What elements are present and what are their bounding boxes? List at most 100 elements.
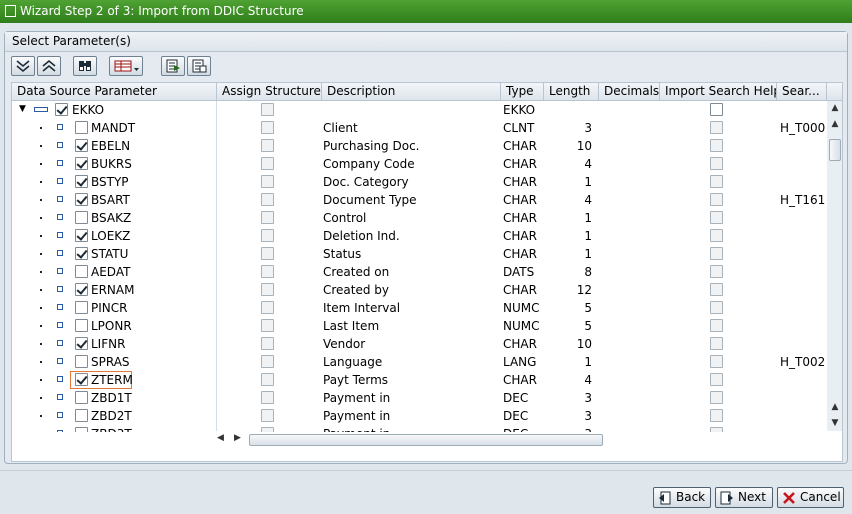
tree-row-root[interactable]: ▼ EKKO EKKO [12, 101, 826, 119]
tree-row[interactable]: ZTERM Payt Terms CHAR 4 [12, 371, 826, 389]
column-header-assign[interactable]: Assign Structure [217, 83, 322, 101]
scroll-bottom-icon[interactable]: ▼ [829, 417, 841, 429]
scroll-left-icon[interactable]: ◀ [217, 433, 224, 443]
assign-structure-checkbox[interactable] [261, 229, 274, 242]
deselect-all-button[interactable] [187, 56, 211, 76]
column-header-length[interactable]: Length [544, 83, 599, 101]
import-search-help-checkbox[interactable] [710, 355, 723, 368]
scroll-top-icon[interactable]: ▲ [829, 102, 841, 114]
root-import-checkbox[interactable] [710, 103, 723, 116]
tree-row[interactable]: BSART Document Type CHAR 4 H_T161 [12, 191, 826, 209]
field-checkbox[interactable] [75, 319, 88, 332]
collapse-node-icon[interactable]: ▼ [19, 104, 26, 114]
back-button[interactable]: Back [653, 487, 711, 508]
field-checkbox[interactable] [75, 193, 88, 206]
field-checkbox[interactable] [75, 157, 88, 170]
tree-row[interactable]: MANDT Client CLNT 3 H_T000 [12, 119, 826, 137]
field-checkbox[interactable] [75, 265, 88, 278]
assign-structure-checkbox[interactable] [261, 319, 274, 332]
import-search-help-checkbox[interactable] [710, 121, 723, 134]
assign-structure-checkbox[interactable] [261, 391, 274, 404]
scroll-up-icon[interactable]: ▲ [829, 118, 841, 130]
import-search-help-checkbox[interactable] [710, 193, 723, 206]
assign-structure-checkbox[interactable] [261, 193, 274, 206]
next-button[interactable]: Next [715, 487, 773, 508]
field-checkbox[interactable] [75, 337, 88, 350]
import-search-help-checkbox[interactable] [710, 373, 723, 386]
assign-structure-checkbox[interactable] [261, 157, 274, 170]
assign-structure-checkbox[interactable] [261, 283, 274, 296]
root-checkbox[interactable] [55, 103, 68, 116]
import-search-help-checkbox[interactable] [710, 265, 723, 278]
assign-structure-checkbox[interactable] [261, 265, 274, 278]
column-header-param[interactable]: Data Source Parameter [12, 83, 217, 101]
root-assign-checkbox[interactable] [261, 103, 274, 116]
tree-row[interactable]: LOEKZ Deletion Ind. CHAR 1 [12, 227, 826, 245]
column-header-type[interactable]: Type [501, 83, 544, 101]
column-header-import[interactable]: Import Search Help [660, 83, 777, 101]
tree-row[interactable]: SPRAS Language LANG 1 H_T002 [12, 353, 826, 371]
field-checkbox[interactable] [75, 175, 88, 188]
import-search-help-checkbox[interactable] [710, 409, 723, 422]
import-search-help-checkbox[interactable] [710, 391, 723, 404]
tree-row[interactable]: STATU Status CHAR 1 [12, 245, 826, 263]
import-search-help-checkbox[interactable] [710, 139, 723, 152]
assign-structure-checkbox[interactable] [261, 139, 274, 152]
field-checkbox[interactable] [75, 139, 88, 152]
tree-row[interactable]: BSTYP Doc. Category CHAR 1 [12, 173, 826, 191]
import-search-help-checkbox[interactable] [710, 229, 723, 242]
vertical-scrollbar[interactable]: ▲ ▲ ▲ ▼ [827, 101, 842, 431]
tree-row[interactable]: PINCR Item Interval NUMC 5 [12, 299, 826, 317]
assign-structure-checkbox[interactable] [261, 373, 274, 386]
tree-row[interactable]: ZBD1T Payment in DEC 3 [12, 389, 826, 407]
layout-menu-button[interactable] [109, 56, 143, 76]
tree-dot [40, 199, 42, 201]
field-checkbox[interactable] [75, 391, 88, 404]
import-search-help-checkbox[interactable] [710, 157, 723, 170]
cancel-button[interactable]: Cancel [777, 487, 844, 508]
tree-row[interactable]: BUKRS Company Code CHAR 4 [12, 155, 826, 173]
assign-structure-checkbox[interactable] [261, 355, 274, 368]
horizontal-scrollbar[interactable]: ◀ ▶ [12, 432, 827, 448]
select-all-button[interactable] [161, 56, 185, 76]
field-checkbox[interactable] [75, 121, 88, 134]
vertical-scroll-thumb[interactable] [829, 139, 841, 161]
tree-row[interactable]: BSAKZ Control CHAR 1 [12, 209, 826, 227]
field-checkbox[interactable] [75, 211, 88, 224]
field-checkbox[interactable] [75, 355, 88, 368]
import-search-help-checkbox[interactable] [710, 337, 723, 350]
scroll-right-icon[interactable]: ▶ [234, 433, 241, 443]
assign-structure-checkbox[interactable] [261, 175, 274, 188]
assign-structure-checkbox[interactable] [261, 247, 274, 260]
column-header-search[interactable]: Sear... [777, 83, 827, 101]
import-search-help-checkbox[interactable] [710, 211, 723, 224]
import-search-help-checkbox[interactable] [710, 301, 723, 314]
import-search-help-checkbox[interactable] [710, 319, 723, 332]
field-checkbox[interactable] [75, 229, 88, 242]
tree-row[interactable]: LIFNR Vendor CHAR 10 [12, 335, 826, 353]
column-header-decimals[interactable]: Decimals [599, 83, 660, 101]
tree-row[interactable]: AEDAT Created on DATS 8 [12, 263, 826, 281]
tree-row[interactable]: ZBD2T Payment in DEC 3 [12, 407, 826, 425]
assign-structure-checkbox[interactable] [261, 211, 274, 224]
import-search-help-checkbox[interactable] [710, 175, 723, 188]
field-checkbox[interactable] [75, 409, 88, 422]
field-checkbox[interactable] [75, 283, 88, 296]
tree-row[interactable]: EBELN Purchasing Doc. CHAR 10 [12, 137, 826, 155]
field-checkbox[interactable] [75, 247, 88, 260]
expand-all-button[interactable] [11, 56, 35, 76]
tree-row[interactable]: ERNAM Created by CHAR 12 [12, 281, 826, 299]
scroll-down-icon[interactable]: ▲ [829, 401, 841, 413]
collapse-all-button[interactable] [37, 56, 61, 76]
column-header-description[interactable]: Description [322, 83, 501, 101]
find-button[interactable] [73, 56, 97, 76]
tree-row[interactable]: LPONR Last Item NUMC 5 [12, 317, 826, 335]
assign-structure-checkbox[interactable] [261, 121, 274, 134]
import-search-help-checkbox[interactable] [710, 247, 723, 260]
assign-structure-checkbox[interactable] [261, 337, 274, 350]
assign-structure-checkbox[interactable] [261, 409, 274, 422]
horizontal-scroll-thumb[interactable] [249, 434, 603, 446]
field-checkbox[interactable] [75, 301, 88, 314]
assign-structure-checkbox[interactable] [261, 301, 274, 314]
import-search-help-checkbox[interactable] [710, 283, 723, 296]
